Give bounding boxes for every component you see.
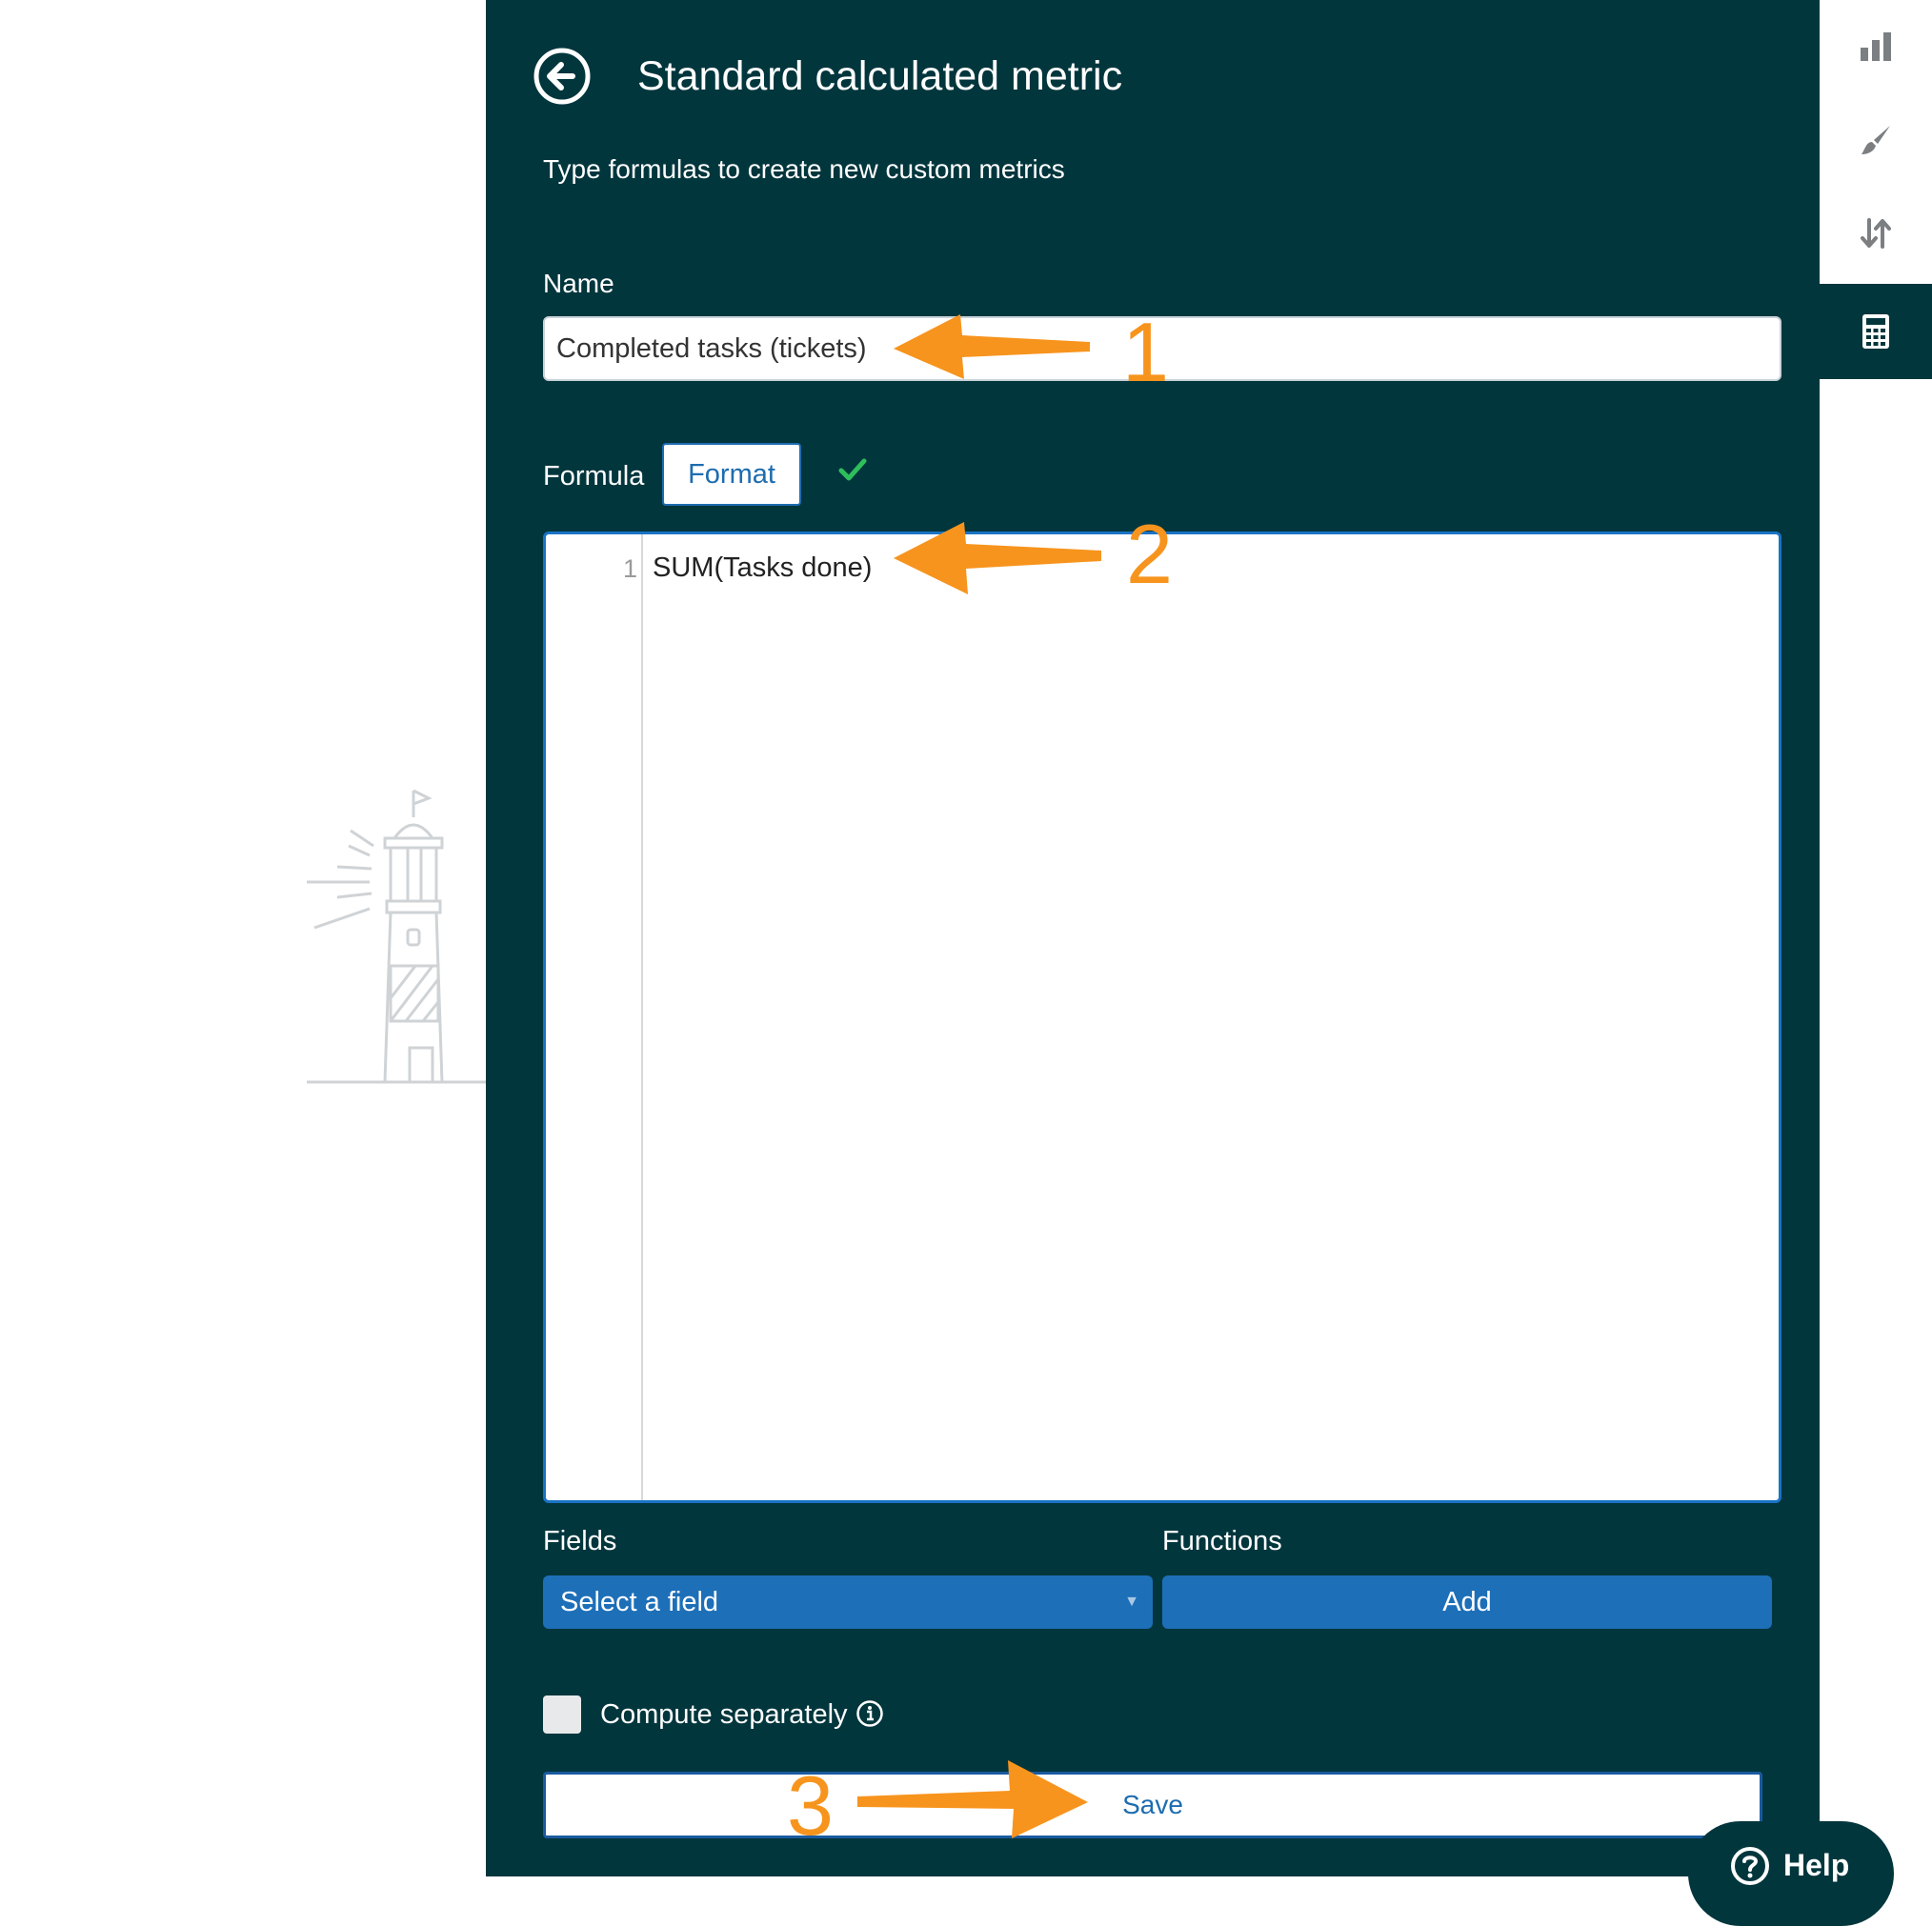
name-label: Name — [543, 269, 614, 298]
field-select-placeholder: Select a field — [560, 1587, 719, 1617]
sort-tab[interactable] — [1820, 187, 1932, 280]
lighthouse-illustration — [307, 789, 490, 1084]
chart-tab[interactable] — [1820, 0, 1932, 93]
page-subtitle: Type formulas to create new custom metri… — [543, 154, 1065, 184]
annotation-number-2: 2 — [1126, 507, 1173, 601]
format-button[interactable]: Format — [662, 443, 801, 506]
info-icon[interactable] — [855, 1699, 884, 1728]
calculated-metric-tab[interactable] — [1820, 284, 1932, 379]
question-circle-icon — [1731, 1847, 1769, 1885]
formula-code[interactable]: SUM(Tasks done) — [653, 550, 872, 586]
help-button[interactable]: Help — [1688, 1821, 1894, 1926]
field-select[interactable]: Select a field ▼ — [543, 1575, 1153, 1629]
formula-label: Formula — [543, 461, 645, 492]
annotation-number-3: 3 — [787, 1758, 834, 1853]
style-tab[interactable] — [1820, 93, 1932, 187]
bar-chart-icon — [1861, 32, 1891, 61]
back-arrow-icon — [533, 48, 591, 105]
fields-label: Fields — [543, 1526, 617, 1556]
back-button[interactable] — [533, 47, 592, 106]
line-number: 1 — [622, 554, 637, 583]
help-label: Help — [1783, 1848, 1850, 1882]
calculator-icon — [1862, 314, 1889, 349]
compute-separately-checkbox[interactable] — [543, 1695, 581, 1734]
caret-down-icon: ▼ — [1124, 1594, 1139, 1610]
add-function-button[interactable]: Add — [1162, 1575, 1772, 1629]
functions-label: Functions — [1162, 1526, 1282, 1556]
line-number-gutter: 1 — [546, 534, 643, 1500]
page-title: Standard calculated metric — [637, 53, 1123, 99]
sort-icon — [1861, 218, 1891, 249]
compute-separately-label: Compute separately — [600, 1699, 848, 1730]
save-button[interactable]: Save — [543, 1772, 1762, 1838]
formula-editor[interactable]: 1 SUM(Tasks done) — [543, 532, 1781, 1503]
check-icon — [838, 458, 867, 481]
brush-icon — [1862, 126, 1890, 154]
annotation-number-1: 1 — [1122, 305, 1169, 399]
